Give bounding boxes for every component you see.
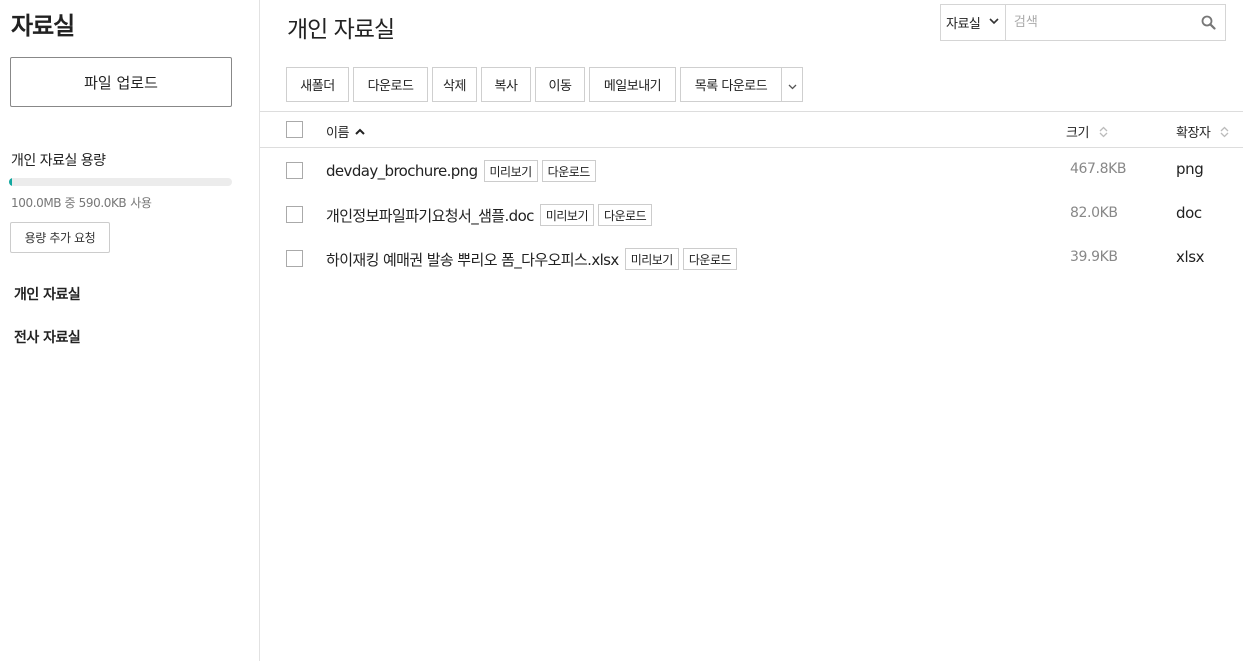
file-name-cell: 개인정보파일파기요청서_샘플.doc 미리보기 다운로드 xyxy=(326,204,653,226)
file-size: 39.9KB xyxy=(1070,249,1118,265)
search-scope-value: 자료실 xyxy=(946,17,981,32)
send-mail-button[interactable]: 메일보내기 xyxy=(589,67,676,102)
sidebar-item-company[interactable]: 전사 자료실 xyxy=(14,327,81,347)
column-header-ext-label: 확장자 xyxy=(1176,126,1211,141)
row-checkbox[interactable] xyxy=(286,250,303,267)
request-capacity-button[interactable]: 용량 추가 요청 xyxy=(10,222,110,253)
sidebar: 자료실 파일 업로드 개인 자료실 용량 100.0MB 중 590.0KB 사용… xyxy=(0,0,260,661)
move-button[interactable]: 이동 xyxy=(535,67,585,102)
new-folder-button[interactable]: 새폴더 xyxy=(286,67,349,102)
table-row: 하이재킹 예매권 발송 뿌리오 폼_다우오피스.xlsx 미리보기 다운로드 3… xyxy=(260,236,1243,280)
select-all-checkbox[interactable] xyxy=(286,121,303,138)
column-header-ext[interactable]: 확장자 xyxy=(1176,122,1229,141)
search-icon[interactable] xyxy=(1192,5,1225,40)
file-table-header: 이름 크기 확장자 xyxy=(260,111,1243,148)
capacity-usage-unit: 사용 xyxy=(130,196,152,210)
sort-icon xyxy=(1220,126,1229,138)
file-download-button[interactable]: 다운로드 xyxy=(541,160,596,182)
column-header-size[interactable]: 크기 xyxy=(1066,122,1108,141)
preview-button[interactable]: 미리보기 xyxy=(539,204,594,226)
file-size: 82.0KB xyxy=(1070,205,1118,221)
toolbar: 새폴더 다운로드 삭제 복사 이동 메일보내기 목록 다운로드 xyxy=(286,67,803,102)
search-scope-select[interactable]: 자료실 xyxy=(941,5,1006,40)
file-download-button[interactable]: 다운로드 xyxy=(598,204,653,226)
sidebar-title: 자료실 xyxy=(11,12,75,40)
file-ext: xlsx xyxy=(1176,248,1205,266)
list-download-button[interactable]: 목록 다운로드 xyxy=(680,67,782,102)
file-name-cell: 하이재킹 예매권 발송 뿌리오 폼_다우오피스.xlsx 미리보기 다운로드 xyxy=(326,248,738,270)
copy-button[interactable]: 복사 xyxy=(481,67,531,102)
delete-button[interactable]: 삭제 xyxy=(432,67,477,102)
file-name-cell: devday_brochure.png 미리보기 다운로드 xyxy=(326,160,596,182)
chevron-down-icon xyxy=(788,75,797,94)
column-header-size-label: 크기 xyxy=(1066,126,1089,141)
list-download-dropdown[interactable] xyxy=(782,67,803,102)
capacity-usage-value: 100.0MB 중 590.0KB xyxy=(11,196,127,210)
search-box: 자료실 xyxy=(940,4,1226,41)
file-ext: doc xyxy=(1176,204,1202,222)
sort-icon xyxy=(1099,126,1108,138)
sort-ascending-icon xyxy=(355,128,365,135)
preview-button[interactable]: 미리보기 xyxy=(483,160,538,182)
file-download-button[interactable]: 다운로드 xyxy=(682,248,738,270)
file-name-link[interactable]: 하이재킹 예매권 발송 뿌리오 폼_다우오피스.xlsx xyxy=(326,249,619,270)
file-name-link[interactable]: 개인정보파일파기요청서_샘플.doc xyxy=(326,205,534,226)
search-input[interactable] xyxy=(1005,5,1192,40)
page-title: 개인 자료실 xyxy=(287,17,395,43)
preview-button[interactable]: 미리보기 xyxy=(624,248,679,270)
file-ext: png xyxy=(1176,160,1204,178)
column-header-name[interactable]: 이름 xyxy=(326,122,365,141)
file-name-link[interactable]: devday_brochure.png xyxy=(326,162,478,180)
file-upload-button[interactable]: 파일 업로드 xyxy=(10,57,232,107)
row-checkbox[interactable] xyxy=(286,206,303,223)
sidebar-item-personal[interactable]: 개인 자료실 xyxy=(14,284,81,304)
capacity-usage-text: 100.0MB 중 590.0KB 사용 xyxy=(11,194,152,211)
table-row: devday_brochure.png 미리보기 다운로드 467.8KB pn… xyxy=(260,148,1243,192)
file-size: 467.8KB xyxy=(1070,161,1127,177)
capacity-progress-bar xyxy=(9,178,232,186)
row-checkbox[interactable] xyxy=(286,162,303,179)
capacity-label: 개인 자료실 용량 xyxy=(11,153,106,169)
capacity-progress-fill xyxy=(9,178,13,186)
column-header-name-label: 이름 xyxy=(326,126,349,141)
list-download-split-button: 목록 다운로드 xyxy=(680,67,803,102)
chevron-down-icon xyxy=(989,17,999,28)
table-row: 개인정보파일파기요청서_샘플.doc 미리보기 다운로드 82.0KB doc xyxy=(260,192,1243,236)
download-button[interactable]: 다운로드 xyxy=(353,67,428,102)
